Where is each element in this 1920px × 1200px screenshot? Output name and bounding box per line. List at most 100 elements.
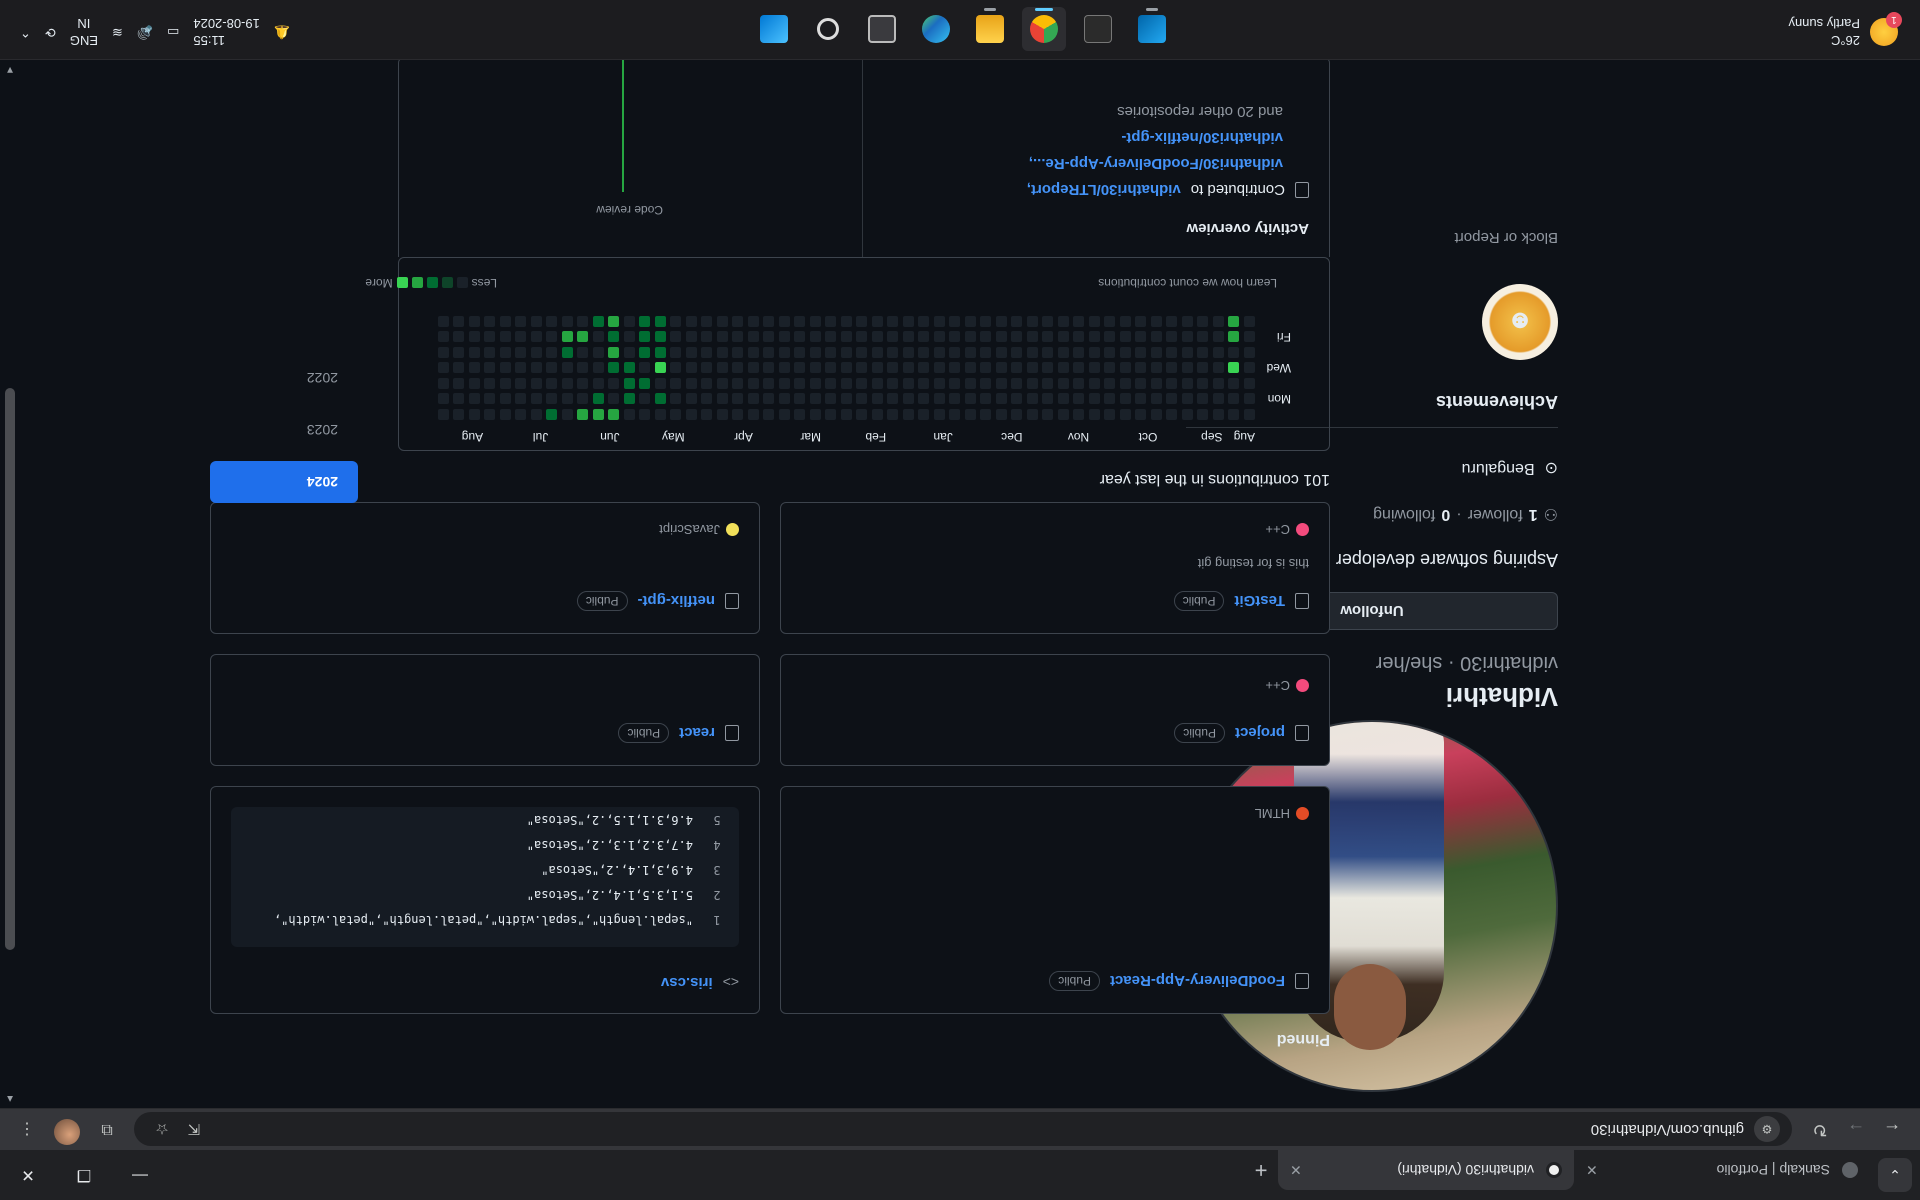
- contribution-day-cell[interactable]: [1089, 378, 1100, 389]
- contribution-day-cell[interactable]: [1120, 393, 1131, 405]
- contribution-day-cell[interactable]: [856, 347, 868, 358]
- input-language[interactable]: ENG IN: [70, 15, 98, 49]
- install-app-icon[interactable]: ⇱: [178, 1121, 210, 1139]
- contribution-day-cell[interactable]: [1244, 409, 1255, 420]
- contribution-day-cell[interactable]: [717, 347, 728, 358]
- close-window-button[interactable]: ✕: [0, 1150, 56, 1200]
- contribution-day-cell[interactable]: [965, 316, 976, 327]
- contribution-day-cell[interactable]: [484, 362, 496, 374]
- contribution-day-cell[interactable]: [732, 347, 744, 358]
- contribution-day-cell[interactable]: [903, 316, 914, 327]
- contribution-day-cell[interactable]: [1228, 347, 1240, 358]
- search-app[interactable]: [806, 7, 850, 51]
- contribution-day-cell[interactable]: [577, 347, 589, 358]
- achievements-title[interactable]: Achievements: [1436, 391, 1558, 412]
- contribution-day-cell[interactable]: [1011, 378, 1023, 389]
- contribution-day-cell[interactable]: [670, 378, 682, 389]
- contribution-day-cell[interactable]: [438, 393, 449, 405]
- contributed-repo-link[interactable]: vidhathri30/netflix-gpt-: [1121, 130, 1283, 147]
- contribution-day-cell[interactable]: [1104, 378, 1116, 389]
- url-text[interactable]: github.com/Vidhathri30: [210, 1121, 1744, 1138]
- contribution-day-cell[interactable]: [577, 362, 589, 374]
- contribution-day-cell[interactable]: [717, 378, 728, 389]
- contribution-day-cell[interactable]: [1058, 331, 1069, 343]
- contribution-day-cell[interactable]: [717, 331, 728, 343]
- contribution-day-cell[interactable]: [732, 331, 744, 343]
- contribution-day-cell[interactable]: [469, 331, 480, 343]
- contribution-day-cell[interactable]: [763, 393, 775, 405]
- contribution-day-cell[interactable]: [794, 362, 806, 374]
- back-button[interactable]: ←: [1874, 1112, 1910, 1148]
- contribution-day-cell[interactable]: [562, 331, 573, 343]
- contribution-day-cell[interactable]: [980, 393, 992, 405]
- followers-count[interactable]: 1: [1529, 505, 1538, 523]
- contribution-day-cell[interactable]: [903, 378, 914, 389]
- contribution-day-cell[interactable]: [1151, 316, 1162, 327]
- contribution-day-cell[interactable]: [546, 347, 558, 358]
- contribution-day-cell[interactable]: [1166, 331, 1178, 343]
- contribution-day-cell[interactable]: [1011, 362, 1023, 374]
- contribution-day-cell[interactable]: [1027, 347, 1038, 358]
- scroll-up-arrow[interactable]: ▲: [0, 1093, 20, 1104]
- contribution-day-cell[interactable]: [717, 409, 728, 420]
- contribution-day-cell[interactable]: [686, 378, 697, 389]
- contribution-day-cell[interactable]: [918, 393, 930, 405]
- contribution-day-cell[interactable]: [1151, 409, 1162, 420]
- contribution-day-cell[interactable]: [1011, 316, 1023, 327]
- address-bar[interactable]: ⚙ github.com/Vidhathri30 ⇱ ☆: [134, 1112, 1792, 1147]
- contribution-day-cell[interactable]: [1197, 331, 1209, 343]
- contribution-day-cell[interactable]: [593, 362, 604, 374]
- contribution-day-cell[interactable]: [1011, 347, 1023, 358]
- contribution-day-cell[interactable]: [515, 409, 527, 420]
- contribution-day-cell[interactable]: [887, 378, 899, 389]
- more-repos-text[interactable]: and 20 other repositories: [1117, 104, 1283, 121]
- edge-app[interactable]: [914, 7, 958, 51]
- contribution-day-cell[interactable]: [1135, 378, 1147, 389]
- contribution-day-cell[interactable]: [825, 393, 837, 405]
- contribution-day-cell[interactable]: [1104, 409, 1116, 420]
- contribution-day-cell[interactable]: [732, 409, 744, 420]
- contribution-day-cell[interactable]: [1011, 409, 1023, 420]
- contribution-day-cell[interactable]: [1182, 378, 1193, 389]
- year-button-2022[interactable]: 2022: [210, 357, 358, 399]
- contribution-day-cell[interactable]: [903, 362, 914, 374]
- contribution-day-cell[interactable]: [1228, 393, 1240, 405]
- extensions-icon[interactable]: ⧉: [90, 1121, 124, 1139]
- contribution-day-cell[interactable]: [965, 362, 976, 374]
- contribution-day-cell[interactable]: [1244, 331, 1255, 343]
- contribution-day-cell[interactable]: [965, 378, 976, 389]
- contribution-day-cell[interactable]: [608, 378, 620, 389]
- contribution-day-cell[interactable]: [670, 393, 682, 405]
- contribution-day-cell[interactable]: [949, 347, 961, 358]
- file-explorer-app[interactable]: [968, 7, 1012, 51]
- contribution-day-cell[interactable]: [980, 362, 992, 374]
- chrome-app[interactable]: [1022, 7, 1066, 51]
- contribution-day-cell[interactable]: [856, 362, 868, 374]
- contribution-day-cell[interactable]: [996, 316, 1007, 327]
- contribution-day-cell[interactable]: [1120, 409, 1131, 420]
- contribution-day-cell[interactable]: [484, 378, 496, 389]
- contribution-day-cell[interactable]: [1166, 347, 1178, 358]
- contribution-day-cell[interactable]: [794, 378, 806, 389]
- contribution-day-cell[interactable]: [1182, 393, 1193, 405]
- contribution-day-cell[interactable]: [608, 347, 620, 358]
- contribution-day-cell[interactable]: [500, 378, 511, 389]
- contribution-day-cell[interactable]: [1135, 347, 1147, 358]
- tray-overflow-chevron-icon[interactable]: ⌃: [20, 24, 31, 40]
- contribution-day-cell[interactable]: [1151, 393, 1162, 405]
- contribution-day-cell[interactable]: [748, 393, 759, 405]
- contribution-day-cell[interactable]: [500, 393, 511, 405]
- contribution-day-cell[interactable]: [1104, 331, 1116, 343]
- contribution-day-cell[interactable]: [825, 362, 837, 374]
- restore-button[interactable]: ❐: [56, 1150, 112, 1200]
- contribution-day-cell[interactable]: [717, 393, 728, 405]
- contribution-day-cell[interactable]: [794, 393, 806, 405]
- contribution-day-cell[interactable]: [1058, 393, 1069, 405]
- contribution-day-cell[interactable]: [934, 362, 945, 374]
- year-button-2024[interactable]: 2024: [210, 461, 358, 503]
- contribution-day-cell[interactable]: [1244, 378, 1255, 389]
- contribution-day-cell[interactable]: [1089, 362, 1100, 374]
- contribution-day-cell[interactable]: [763, 362, 775, 374]
- contribution-day-cell[interactable]: [624, 393, 635, 405]
- contribution-day-cell[interactable]: [887, 409, 899, 420]
